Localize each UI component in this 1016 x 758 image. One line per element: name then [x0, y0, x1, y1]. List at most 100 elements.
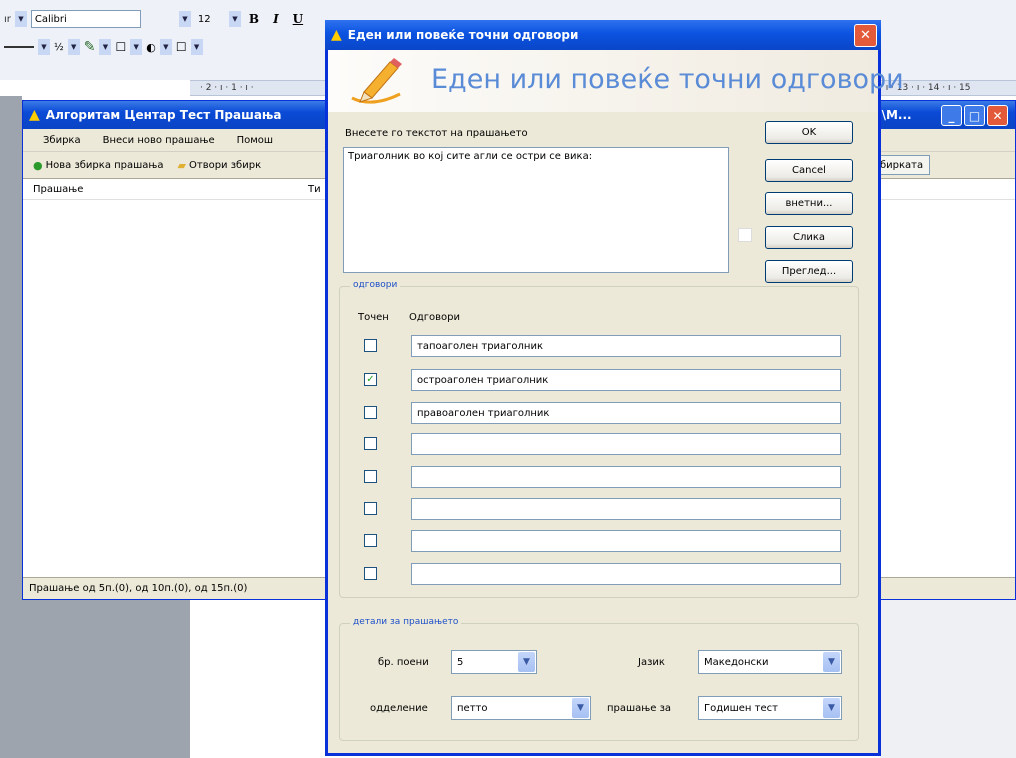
- chevron-down-icon[interactable]: ▼: [38, 39, 50, 55]
- chevron-down-icon[interactable]: ▼: [99, 39, 112, 55]
- chevron-down-icon[interactable]: ▼: [572, 698, 589, 718]
- chevron-down-icon[interactable]: ▼: [228, 11, 241, 27]
- answers-group-title: одговори: [350, 280, 401, 290]
- app-title: Алгоритам Центар Тест Прашања: [45, 108, 282, 122]
- answer-input[interactable]: [411, 530, 841, 552]
- answer-input[interactable]: правоаголен триаголник: [411, 402, 841, 424]
- insert-button[interactable]: внетни...: [765, 192, 853, 215]
- chevron-down-icon[interactable]: ▼: [190, 39, 203, 55]
- close-icon[interactable]: ✕: [987, 105, 1008, 126]
- points-label: бр. поени: [378, 657, 429, 668]
- dialog-banner: Еден или повеќе точни одговори: [328, 50, 904, 112]
- ruler-left-marks: · 2 · ı · 1 · ı ·: [200, 83, 254, 93]
- dialog-title-bar[interactable]: ▲ Еден или повеќе точни одговори ✕: [325, 20, 881, 50]
- new-collection-label: Нова збирка прашања: [45, 159, 164, 171]
- answer-input[interactable]: [411, 466, 841, 488]
- new-collection-button[interactable]: ● Нова збирка прашања: [33, 159, 164, 172]
- page-margin-bottom: [0, 600, 190, 758]
- answer-row: [354, 530, 841, 552]
- chevron-down-icon[interactable]: ▼: [67, 39, 80, 55]
- answer-row: [354, 498, 841, 520]
- image-button[interactable]: Слика: [765, 226, 853, 249]
- ok-button[interactable]: OK: [765, 121, 853, 144]
- answer-row: ✓ остроаголен триаголник: [354, 369, 841, 391]
- bold-button[interactable]: B: [245, 10, 263, 28]
- correct-checkbox[interactable]: [364, 339, 377, 352]
- points-select[interactable]: 5 ▼: [451, 650, 537, 674]
- grade-select[interactable]: петто ▼: [451, 696, 591, 720]
- correct-checkbox[interactable]: [364, 470, 377, 483]
- column-question[interactable]: Прашање: [33, 184, 83, 195]
- correct-checkbox[interactable]: [364, 502, 377, 515]
- correct-checkbox[interactable]: [364, 567, 377, 580]
- chevron-down-icon[interactable]: ▼: [130, 39, 143, 55]
- question-dialog: ▲ Еден или повеќе точни одговори ✕ Еден …: [325, 20, 904, 756]
- question-for-value: Годишен тест: [704, 702, 778, 714]
- cancel-button[interactable]: Cancel: [765, 159, 853, 182]
- table-icon[interactable]: ☐: [176, 40, 187, 54]
- answer-row: правоаголен триаголник: [354, 402, 841, 424]
- chevron-down-icon[interactable]: ▼: [178, 11, 191, 27]
- question-label: Внесете го текстот на прашањето: [345, 128, 528, 139]
- open-collection-button[interactable]: ▰ Отвори збирк: [178, 159, 262, 172]
- answer-row: [354, 433, 841, 455]
- dialog-banner-title: Еден или повеќе точни одговори: [431, 64, 904, 95]
- answers-column-header: Одговори: [409, 312, 461, 323]
- dialog-title: Еден или повеќе точни одговори: [347, 28, 579, 42]
- answer-row: [354, 466, 841, 488]
- correct-checkbox[interactable]: [364, 406, 377, 419]
- collection-action-button[interactable]: бирката: [873, 155, 931, 175]
- chevron-down-icon[interactable]: ▼: [159, 39, 172, 55]
- points-value: 5: [457, 656, 464, 668]
- question-for-select[interactable]: Годишен тест ▼: [698, 696, 842, 720]
- new-document-icon: ●: [33, 158, 43, 172]
- font-size-combo[interactable]: 12: [195, 10, 225, 28]
- preview-button[interactable]: Преглед...: [765, 260, 853, 283]
- italic-button[interactable]: I: [267, 10, 285, 28]
- details-group-title: детали за прашањето: [350, 617, 462, 627]
- chevron-down-icon[interactable]: ▼: [823, 652, 840, 672]
- open-label: Отвори збирк: [189, 159, 262, 171]
- language-label: Јазик: [638, 657, 665, 668]
- grade-label: одделение: [370, 703, 428, 714]
- menu-item-new-question[interactable]: Внеси ново прашање: [103, 135, 215, 146]
- font-name-combo[interactable]: Calibri: [30, 10, 141, 28]
- answer-input[interactable]: [411, 498, 841, 520]
- border-icon[interactable]: ☐: [115, 40, 126, 54]
- maximize-icon[interactable]: □: [964, 105, 985, 126]
- correct-checkbox[interactable]: [364, 534, 377, 547]
- minimize-icon[interactable]: _: [941, 105, 962, 126]
- question-textarea[interactable]: Триаголник во кој сите агли се остри се …: [343, 147, 729, 273]
- underline-button[interactable]: U: [289, 10, 307, 28]
- answer-row: [354, 563, 841, 585]
- chevron-down-icon[interactable]: ▼: [823, 698, 840, 718]
- language-value: Македонски: [704, 656, 769, 668]
- correct-checkbox[interactable]: [364, 437, 377, 450]
- drawing-row: ▼ ½ ▼ ✎ ▼ ☐ ▼ ◐ ▼ ☐ ▼: [0, 34, 203, 60]
- details-group: детали за прашањето: [339, 617, 859, 741]
- chevron-down-icon[interactable]: ▼: [518, 652, 535, 672]
- pen-color-icon[interactable]: ✎: [84, 39, 96, 55]
- close-icon[interactable]: ✕: [854, 24, 877, 47]
- shading-icon[interactable]: ◐: [146, 41, 156, 54]
- grade-value: петто: [457, 702, 488, 714]
- menu-item-help[interactable]: Помош: [237, 135, 273, 146]
- question-for-label: прашање за: [607, 703, 672, 714]
- answer-input[interactable]: тапоаголен триаголник: [411, 335, 841, 357]
- language-select[interactable]: Македонски ▼: [698, 650, 842, 674]
- app-logo-icon: ▲: [331, 27, 342, 43]
- folder-icon: ▰: [177, 158, 186, 172]
- answer-input[interactable]: [411, 433, 841, 455]
- answer-input[interactable]: [411, 563, 841, 585]
- app-logo-icon: ▲: [29, 107, 40, 123]
- image-checkbox[interactable]: [738, 228, 752, 242]
- answer-input[interactable]: остроаголен триаголник: [411, 369, 841, 391]
- column-type[interactable]: Ти: [308, 184, 321, 195]
- style-box-fragment: ır: [4, 13, 11, 25]
- line-style-icon[interactable]: [4, 46, 34, 48]
- correct-checkbox[interactable]: ✓: [364, 373, 377, 386]
- menu-item-collection[interactable]: Збирка: [43, 135, 81, 146]
- chevron-down-icon[interactable]: ▼: [14, 11, 27, 27]
- formatting-row: ır ▼ Calibri ▼ 12 ▼ B I U: [0, 6, 307, 32]
- highlight-icon[interactable]: ½: [54, 42, 64, 53]
